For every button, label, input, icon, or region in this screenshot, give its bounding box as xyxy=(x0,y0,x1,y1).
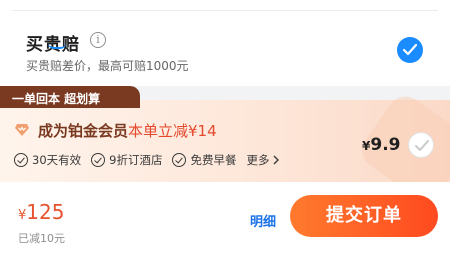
check-circle-icon xyxy=(172,153,187,167)
perk-item: 30天有效 xyxy=(14,152,81,168)
membership-price: ¥9.9 xyxy=(362,135,400,155)
chevron-right-icon xyxy=(273,155,280,165)
membership-checkbox[interactable] xyxy=(408,132,434,158)
perk-label: 9折订酒店 xyxy=(109,153,163,167)
more-link[interactable]: 更多 xyxy=(246,152,281,168)
membership-title: 成为铂金会员本单立减¥14 xyxy=(38,120,217,141)
checkmark-icon xyxy=(415,140,429,151)
checkmark-icon xyxy=(403,44,417,56)
info-icon[interactable]: i xyxy=(90,32,106,48)
membership-card[interactable]: 成为铂金会员本单立减¥14 30天有效 9折订酒店 免费早餐 更多 ¥9.9 xyxy=(0,89,450,207)
perk-item: 9折订酒店 xyxy=(91,152,162,168)
check-circle-icon xyxy=(91,153,106,167)
reduced-amount: 已减10元 xyxy=(18,232,65,245)
membership-name: 成为铂金会员 xyxy=(38,122,129,140)
more-label: 更多 xyxy=(246,153,270,167)
price-value: 9.9 xyxy=(370,135,401,155)
check-circle-icon xyxy=(14,153,28,167)
insurance-card[interactable]: 买贵赔 i 买贵赔差价，最高可赔1000元 xyxy=(0,0,450,86)
total-price: ¥125 xyxy=(18,200,64,224)
perk-list: 30天有效 9折订酒店 免费早餐 更多 xyxy=(14,152,281,168)
perk-label: 30天有效 xyxy=(32,153,82,167)
membership-tab-label: 一单回本 超划算 xyxy=(12,92,101,106)
bottom-bar: ¥125 已减10元 明细 提交订单 xyxy=(0,182,450,255)
perk-item: 免费早餐 xyxy=(172,152,236,168)
membership-discount: 本单立减¥14 xyxy=(128,122,217,140)
crown-icon xyxy=(15,124,29,136)
membership-tab: 一单回本 超划算 xyxy=(0,86,140,108)
total-value: 125 xyxy=(26,200,65,224)
submit-order-button[interactable]: 提交订单 xyxy=(290,195,438,237)
perk-label: 免费早餐 xyxy=(190,153,237,167)
insurance-checkbox[interactable] xyxy=(397,37,423,63)
insurance-description: 买贵赔差价，最高可赔1000元 xyxy=(26,59,189,73)
divider xyxy=(12,10,438,11)
detail-link[interactable]: 明细 xyxy=(250,211,276,230)
